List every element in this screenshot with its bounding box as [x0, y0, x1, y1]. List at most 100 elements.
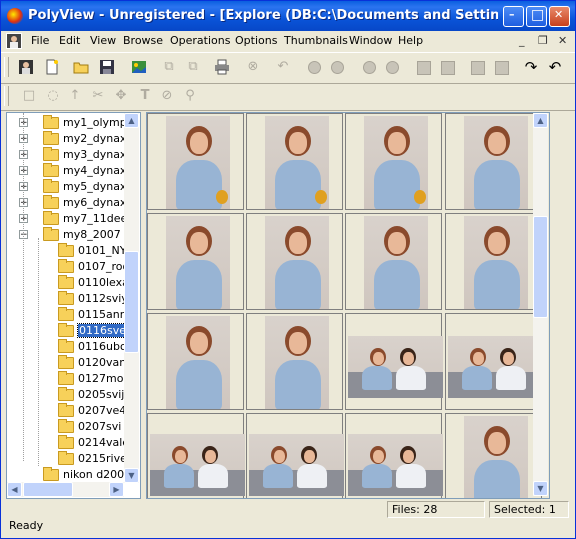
scroll-thumb[interactable]: [124, 251, 139, 353]
explorer-icon[interactable]: [18, 59, 34, 75]
maximize-button[interactable]: □: [526, 6, 547, 27]
frame-icon[interactable]: [495, 61, 509, 75]
thumbnail-cell[interactable]: [147, 313, 244, 410]
stop-icon[interactable]: [331, 61, 344, 74]
tree-item[interactable]: 0205svij: [7, 387, 124, 403]
title-bar[interactable]: PolyView - Unregistered - [Explore (DB:C…: [1, 1, 575, 31]
undo-icon[interactable]: ↶: [275, 59, 291, 75]
menu-options[interactable]: Options: [235, 34, 277, 47]
scroll-down-button[interactable]: ▼: [533, 481, 548, 496]
menu-browse[interactable]: Browse: [123, 34, 163, 47]
scroll-up-button[interactable]: ▲: [124, 113, 139, 128]
magnifier-icon[interactable]: ⚲: [182, 88, 198, 104]
thumbnail-cell[interactable]: [246, 113, 343, 210]
tree-horizontal-scrollbar[interactable]: ◀ ▶: [7, 482, 124, 497]
new-icon[interactable]: [44, 59, 60, 75]
text-icon[interactable]: T: [137, 88, 153, 104]
rotate-right-icon[interactable]: ↷: [523, 59, 539, 75]
folder-tree[interactable]: nikon d200 0215rive 0214vale 0207svi 0207ve4…: [6, 112, 141, 499]
thumbnail-cell[interactable]: [445, 113, 542, 210]
menu-view[interactable]: View: [90, 34, 116, 47]
color-picker-icon[interactable]: ⊘: [159, 88, 175, 104]
film-icon[interactable]: ⊗: [245, 59, 261, 75]
mdi-restore-button[interactable]: ❐: [538, 34, 548, 47]
thumbnail-cell[interactable]: [147, 413, 245, 498]
menu-help[interactable]: Help: [398, 34, 423, 47]
tree-item[interactable]: + my7_11deec: [7, 211, 133, 227]
tree-item[interactable]: 0207ve4: [7, 403, 126, 419]
toolbar-grip[interactable]: [4, 57, 9, 77]
tree-item[interactable]: 0207svi: [7, 419, 123, 435]
stop-icon[interactable]: [308, 61, 321, 74]
thumbnail-cell[interactable]: [445, 213, 542, 310]
tree-item[interactable]: 0107_roo: [7, 259, 129, 275]
rotate-left-icon[interactable]: ↶: [547, 59, 563, 75]
copy-icon[interactable]: ⧉: [161, 59, 177, 75]
thumbnail-grid[interactable]: ▲ ▼: [146, 112, 550, 499]
tree-item[interactable]: 0215rive: [7, 451, 127, 467]
tree-item[interactable]: 0214vale: [7, 435, 129, 451]
thumbnail-cell[interactable]: [445, 313, 543, 410]
scroll-right-button[interactable]: ▶: [109, 482, 124, 497]
tree-item[interactable]: + my1_olympu: [7, 115, 134, 131]
crop-icon[interactable]: ✂: [90, 88, 106, 104]
thumbnail-cell[interactable]: [345, 213, 442, 310]
thumbnail-cell[interactable]: [147, 213, 244, 310]
mdi-close-button[interactable]: ✕: [558, 34, 567, 47]
print-icon[interactable]: [214, 59, 230, 75]
frame-icon[interactable]: [417, 61, 431, 75]
scroll-left-button[interactable]: ◀: [7, 482, 22, 497]
arrow-up-icon[interactable]: ↑: [67, 88, 83, 104]
stop-icon[interactable]: [363, 61, 376, 74]
mdi-minimize-button[interactable]: _: [519, 34, 525, 47]
tree-item[interactable]: 0116sve: [7, 323, 129, 339]
tree-item[interactable]: + my5_dynax_: [7, 179, 132, 195]
frame-icon[interactable]: [441, 61, 455, 75]
tree-item[interactable]: 0120van: [7, 355, 126, 371]
tree-item[interactable]: + my6_dynax_: [7, 195, 132, 211]
menu-operations[interactable]: Operations: [170, 34, 230, 47]
thumbnail-cell[interactable]: [445, 413, 542, 498]
thumbnail-cell[interactable]: [345, 413, 443, 498]
tree-item[interactable]: + my2_dynax5: [7, 131, 133, 147]
tree-item[interactable]: 0101_NY: [7, 243, 126, 259]
tree-item[interactable]: nikon d200: [7, 467, 124, 483]
scroll-thumb[interactable]: [23, 482, 73, 497]
menu-file[interactable]: File: [31, 34, 49, 47]
thumbnail-cell[interactable]: [246, 313, 343, 410]
move-icon[interactable]: ✥: [113, 88, 129, 104]
paste-icon[interactable]: ⧉: [185, 59, 201, 75]
thumbnail-cell[interactable]: [345, 313, 443, 410]
minimize-button[interactable]: –: [503, 6, 524, 27]
child-window-icon[interactable]: [6, 33, 22, 49]
menu-window[interactable]: Window: [349, 34, 392, 47]
close-button[interactable]: ✕: [549, 6, 570, 27]
thumbnail-cell[interactable]: [147, 113, 244, 210]
frame-icon[interactable]: [471, 61, 485, 75]
tree-item[interactable]: 0110lexa: [7, 275, 129, 291]
open-folder-icon[interactable]: [73, 59, 89, 75]
toolbar-grip[interactable]: [4, 86, 9, 106]
image-icon[interactable]: [131, 59, 147, 75]
scroll-thumb[interactable]: [533, 216, 548, 318]
scroll-up-button[interactable]: ▲: [533, 113, 548, 128]
stop-icon[interactable]: [386, 61, 399, 74]
save-icon[interactable]: [99, 59, 115, 75]
tree-item[interactable]: − my8_2007: [7, 227, 123, 243]
lasso-icon[interactable]: ◌: [45, 88, 61, 104]
tree-item[interactable]: 0112sviy: [7, 291, 128, 307]
tree-item[interactable]: 0116ubo: [7, 339, 127, 355]
thumbnail-vertical-scrollbar[interactable]: ▲ ▼: [533, 113, 548, 496]
rect-select-icon[interactable]: □: [21, 88, 37, 104]
tree-item[interactable]: 0115ann: [7, 307, 127, 323]
menu-edit[interactable]: Edit: [59, 34, 80, 47]
tree-item[interactable]: + my3_dynax_: [7, 147, 132, 163]
thumbnail-cell[interactable]: [246, 213, 343, 310]
menu-thumbnails[interactable]: Thumbnails: [284, 34, 348, 47]
thumbnail-cell[interactable]: [345, 113, 442, 210]
polyview-app-icon[interactable]: [7, 8, 23, 24]
thumbnail-cell[interactable]: [246, 413, 344, 498]
scroll-down-button[interactable]: ▼: [124, 468, 139, 483]
tree-item[interactable]: 0127mos: [7, 371, 129, 387]
tree-vertical-scrollbar[interactable]: ▲ ▼: [124, 113, 139, 483]
